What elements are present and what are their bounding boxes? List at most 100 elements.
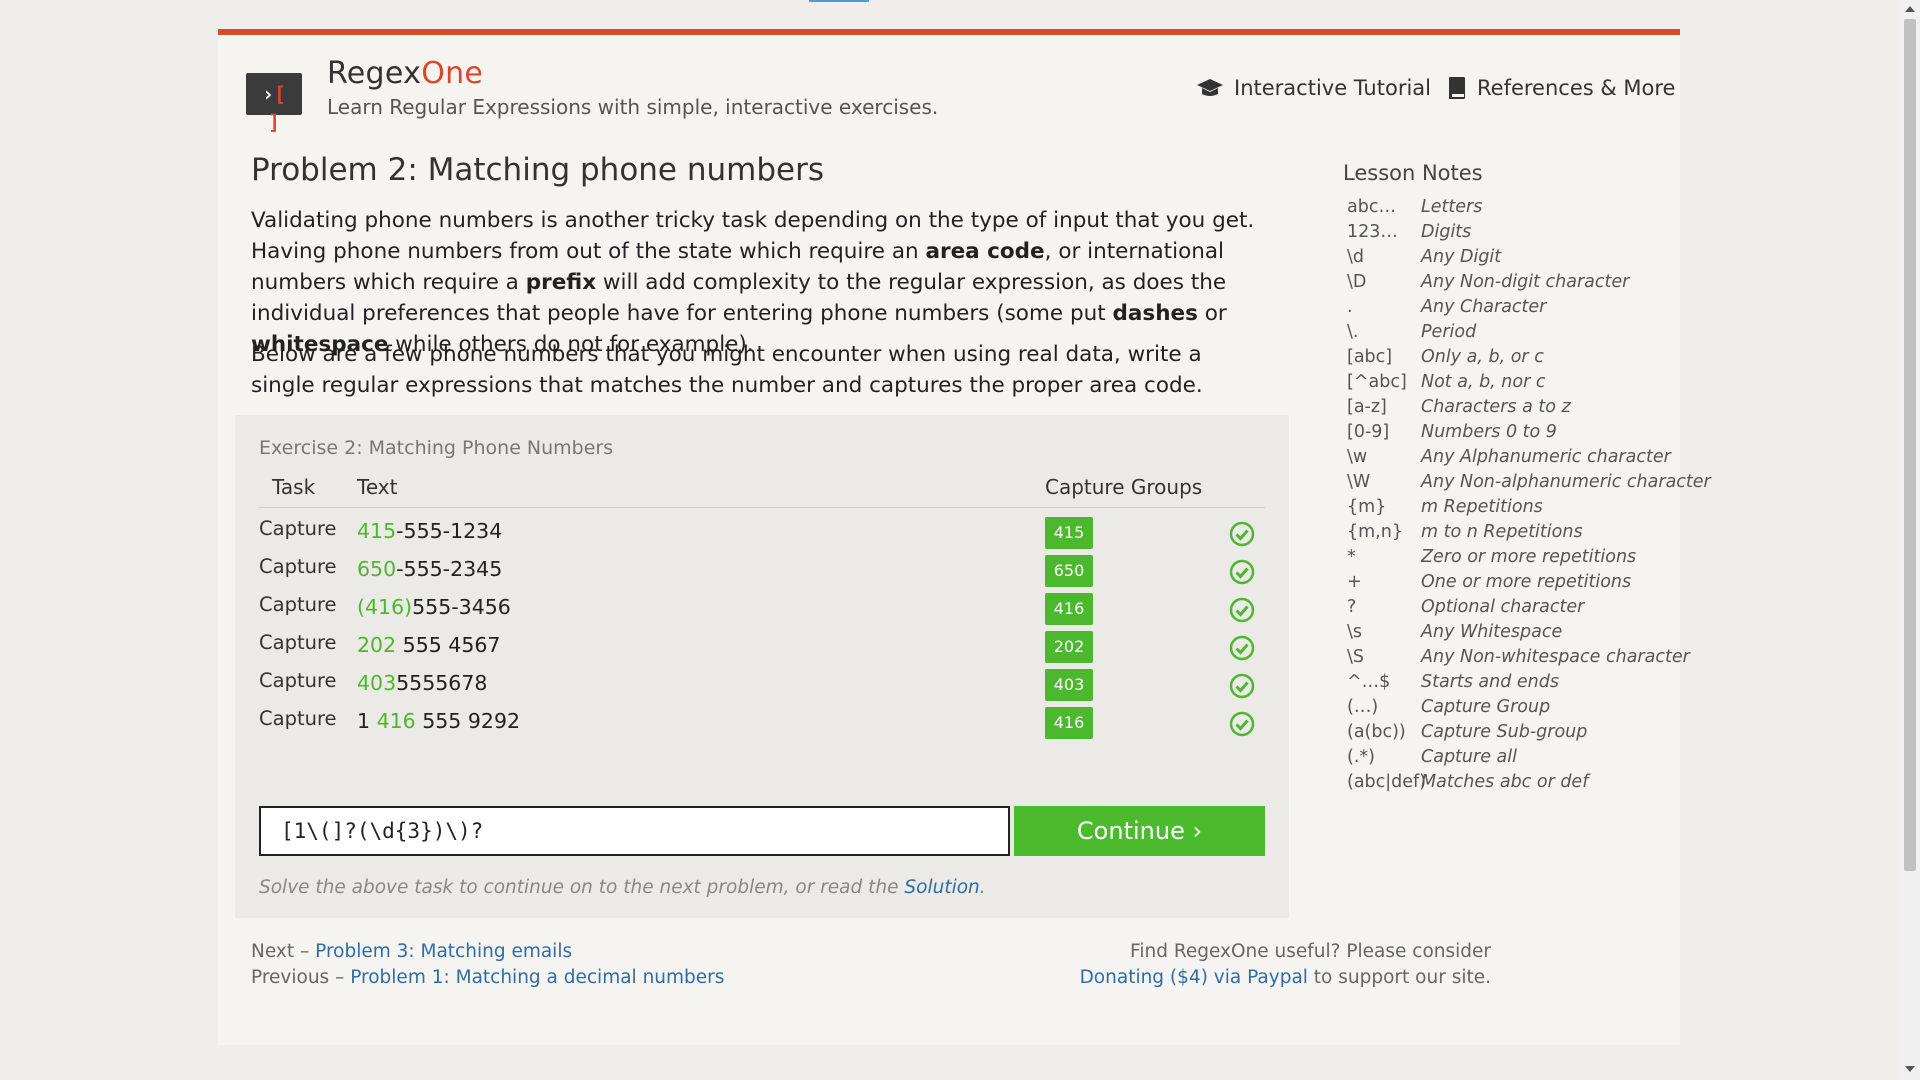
next-problem-link[interactable]: Problem 3: Matching emails: [315, 941, 572, 962]
unmatched-text: 555 9292: [415, 709, 521, 733]
lesson-notes-title: Lesson Notes: [1343, 161, 1483, 185]
problem-instructions: Below are a few phone numbers that you m…: [251, 342, 1203, 398]
note-syntax: (a(bc)): [1347, 722, 1406, 742]
list-item: \D Any Non-digit character: [1347, 270, 1711, 295]
capture-group-badge: 403: [1045, 669, 1093, 701]
problem-description: Validating phone numbers is another tric…: [251, 205, 1271, 360]
note-description: Zero or more repetitions: [1421, 547, 1637, 567]
note-syntax: \w: [1347, 447, 1368, 467]
note-syntax: {m}: [1347, 497, 1387, 517]
bold-term: prefix: [525, 270, 597, 295]
nav-references[interactable]: References & More: [1447, 76, 1675, 100]
list-item: \s Any Whitespace: [1347, 620, 1711, 645]
unmatched-text: -555-2345: [396, 557, 503, 581]
logo[interactable]: ›[ ]: [246, 73, 302, 134]
check-circle-icon: [1229, 711, 1255, 737]
regex-logo-icon: ›[ ]: [261, 82, 287, 134]
test-text: 202 555 4567: [357, 633, 500, 657]
book-icon: [1449, 77, 1465, 99]
capture-group-badge: 416: [1045, 707, 1093, 739]
note-syntax: ?: [1347, 597, 1357, 617]
task-label: Capture: [259, 669, 337, 692]
regex-input[interactable]: [1\(]?(\d{3})\)?: [259, 806, 1010, 856]
task-label: Capture: [259, 631, 337, 654]
note-syntax: (…): [1347, 697, 1379, 717]
nav-interactive-tutorial[interactable]: Interactive Tutorial: [1196, 76, 1431, 100]
bold-term: area code: [925, 239, 1045, 264]
list-item: [0-9] Numbers 0 to 9: [1347, 420, 1711, 445]
note-syntax: \S: [1347, 647, 1365, 667]
note-description: Any Whitespace: [1421, 622, 1563, 642]
note-syntax: \W: [1347, 472, 1371, 492]
scrollbar-thumb[interactable]: [1904, 19, 1916, 871]
exercise-title: Exercise 2: Matching Phone Numbers: [259, 437, 614, 459]
header-divider: [259, 507, 1265, 508]
note-syntax: .: [1347, 297, 1353, 317]
note-description: Digits: [1421, 222, 1472, 242]
list-item: [^abc] Not a, b, nor c: [1347, 370, 1711, 395]
note-description: Capture all: [1421, 747, 1517, 767]
note-syntax: \D: [1347, 272, 1367, 292]
unmatched-text: -555-1234: [396, 519, 503, 543]
unmatched-text: 555-3456: [412, 595, 511, 619]
donate-link[interactable]: Donating ($4) via Paypal: [1080, 967, 1308, 988]
note-description: Any Non-digit character: [1421, 272, 1630, 292]
nav-label: Interactive Tutorial: [1234, 76, 1431, 100]
column-header-text: Text: [357, 475, 398, 499]
note-description: Capture Group: [1421, 697, 1551, 717]
page-container: ›[ ] RegexOne Learn Regular Expressions …: [218, 29, 1711, 1045]
list-item: {m} m Repetitions: [1347, 495, 1711, 520]
brand-name[interactable]: RegexOne: [327, 56, 483, 91]
capture-group-badge: 650: [1045, 555, 1093, 587]
matched-text: 650: [357, 557, 397, 581]
unmatched-text: 1: [357, 709, 377, 733]
unmatched-text: 555 4567: [396, 633, 501, 657]
capture-group-badge: 415: [1045, 517, 1093, 549]
list-item: \d Any Digit: [1347, 245, 1711, 270]
exercise-panel: Exercise 2: Matching Phone Numbers Task …: [235, 415, 1289, 918]
solution-link[interactable]: Solution: [904, 877, 979, 898]
note-syntax: 123…: [1347, 222, 1398, 242]
scroll-down-arrow-icon[interactable]: [1905, 1066, 1915, 1072]
note-description: Only a, b, or c: [1421, 347, 1544, 367]
list-item: (…) Capture Group: [1347, 695, 1711, 720]
note-syntax: [^abc]: [1347, 372, 1407, 392]
capture-group-badge: 202: [1045, 631, 1093, 663]
list-item: [a-z] Characters a to z: [1347, 395, 1711, 420]
note-description: m to n Repetitions: [1421, 522, 1583, 542]
previous-problem-link[interactable]: Problem 1: Matching a decimal numbers: [350, 967, 724, 988]
list-item: (a(bc)) Capture Sub-group: [1347, 720, 1711, 745]
scrollbar[interactable]: [1900, 0, 1920, 1080]
list-item: (abc|def) Matches abc or def: [1347, 770, 1711, 795]
list-item: \S Any Non-whitespace character: [1347, 645, 1711, 670]
table-row: Capture 1 416 555 9292 416: [235, 703, 1289, 749]
note-syntax: (.*): [1347, 747, 1375, 767]
note-syntax: (abc|def): [1347, 772, 1427, 792]
note-syntax: \d: [1347, 247, 1365, 267]
note-syntax: *: [1347, 547, 1356, 567]
note-syntax: abc…: [1347, 197, 1396, 217]
check-circle-icon: [1229, 635, 1255, 661]
note-description: Any Non-whitespace character: [1421, 647, 1690, 667]
note-description: Any Character: [1421, 297, 1547, 317]
check-circle-icon: [1229, 559, 1255, 585]
test-text: 1 416 555 9292: [357, 709, 520, 733]
note-description: Any Digit: [1421, 247, 1502, 267]
column-header-task: Task: [272, 475, 316, 499]
scroll-up-arrow-icon[interactable]: [1905, 6, 1915, 12]
bold-term: dashes: [1112, 301, 1198, 326]
note-syntax: \s: [1347, 622, 1363, 642]
note-description: Characters a to z: [1421, 397, 1571, 417]
note-syntax: [abc]: [1347, 347, 1393, 367]
list-item: ? Optional character: [1347, 595, 1711, 620]
test-text: 650-555-2345: [357, 557, 502, 581]
list-item: . Any Character: [1347, 295, 1711, 320]
list-item: [abc] Only a, b, or c: [1347, 345, 1711, 370]
list-item: {m,n} m to n Repetitions: [1347, 520, 1711, 545]
note-description: Numbers 0 to 9: [1421, 422, 1557, 442]
page-title: Problem 2: Matching phone numbers: [251, 152, 825, 188]
continue-button[interactable]: Continue ›: [1014, 806, 1265, 856]
note-description: Any Non-alphanumeric character: [1421, 472, 1711, 492]
check-circle-icon: [1229, 673, 1255, 699]
nav-label: References & More: [1477, 76, 1676, 100]
